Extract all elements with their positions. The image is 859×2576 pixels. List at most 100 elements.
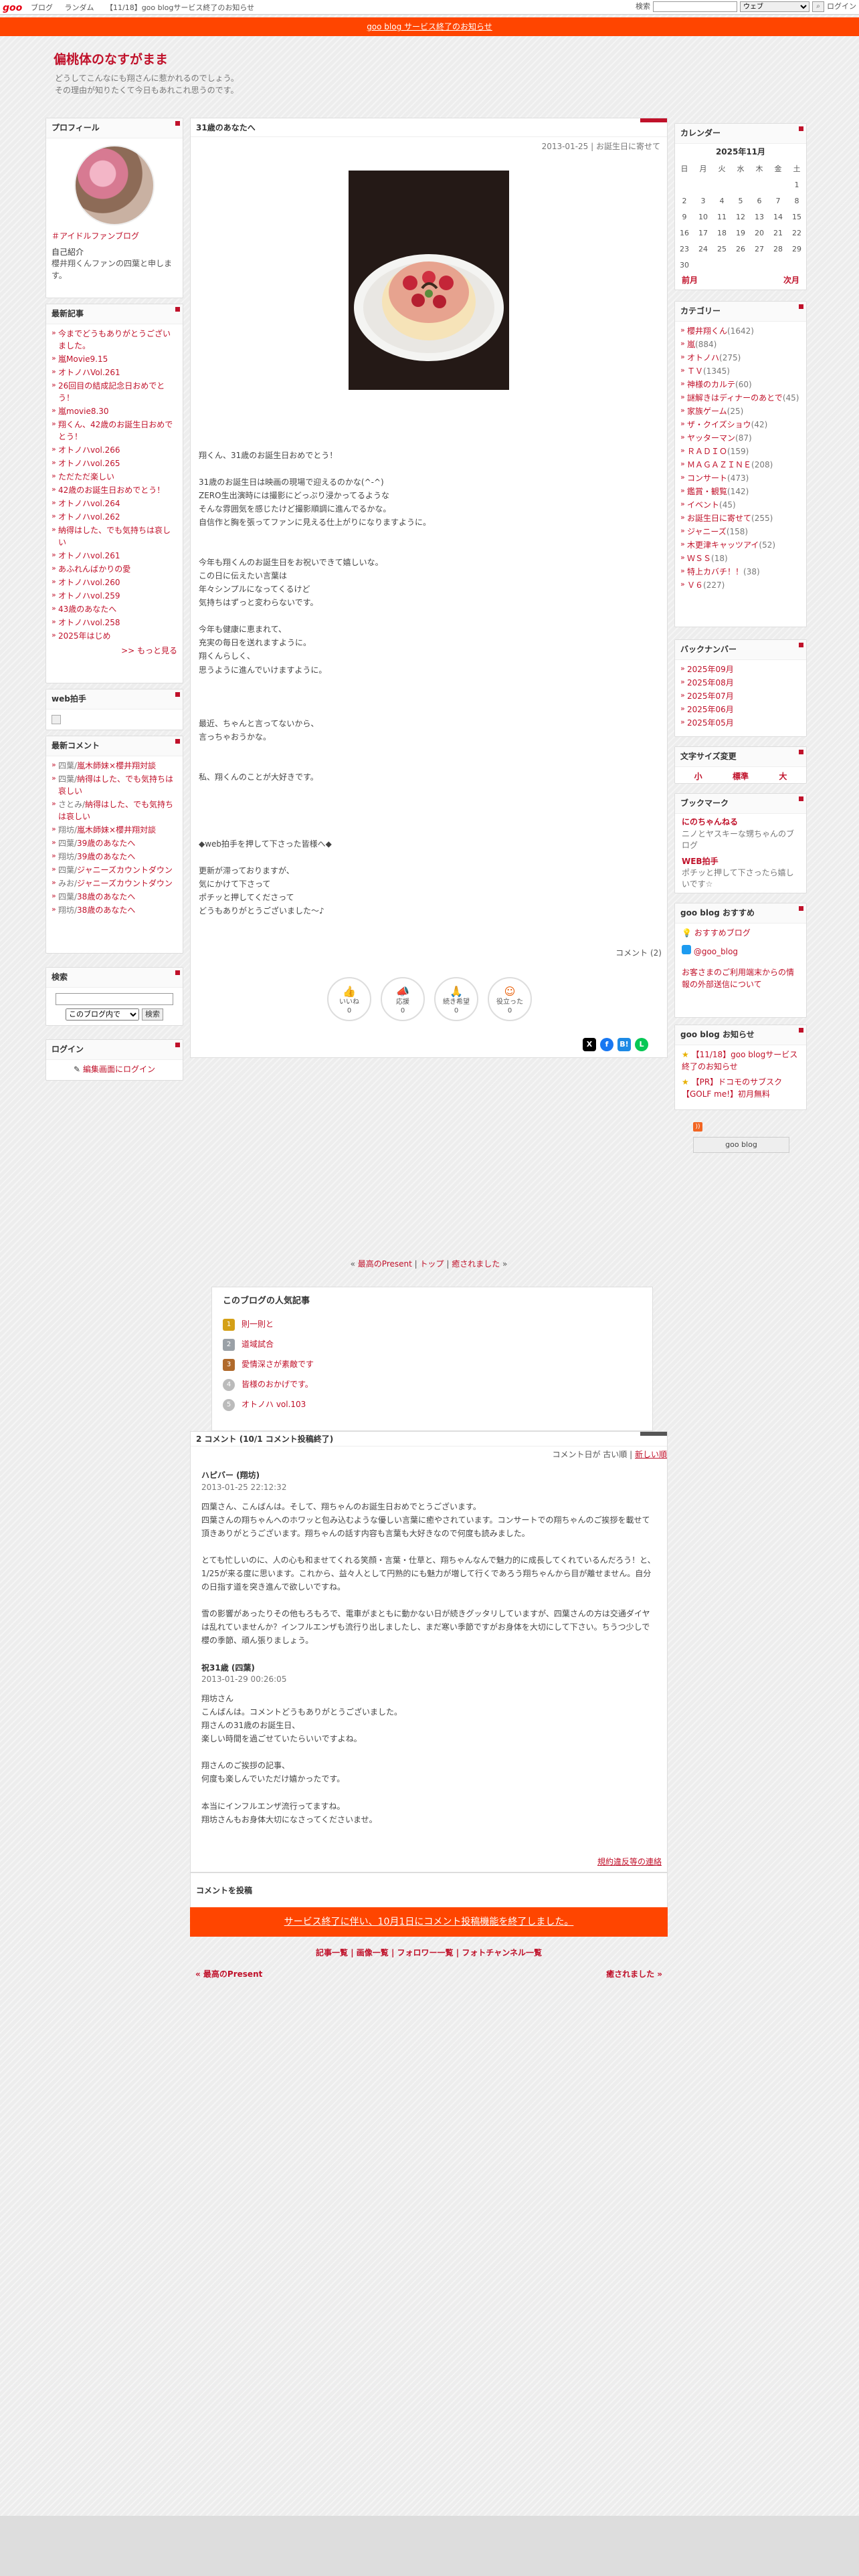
entry-category[interactable]: お誕生日に寄せて xyxy=(596,142,660,151)
category-item[interactable]: 神様のカルテ(60) xyxy=(680,378,801,391)
recent-post-item[interactable]: 納得はした、でも気持ちは哀しい xyxy=(52,524,177,549)
category-item[interactable]: ジャニーズ(158) xyxy=(680,525,801,538)
prev-entry-link[interactable]: 最高のPresent xyxy=(358,1259,412,1269)
footer-nav-entries[interactable]: 記事一覧 xyxy=(316,1948,348,1957)
blog-search-scope[interactable]: このブログ内で xyxy=(66,1008,139,1021)
facebook-share-icon[interactable]: f xyxy=(600,1038,613,1051)
backnumber-item[interactable]: 2025年06月 xyxy=(680,703,801,716)
reaction-cheer[interactable]: 📣 応援 0 xyxy=(381,977,425,1021)
blog-title[interactable]: 偏桃体のなすがまま xyxy=(54,51,168,70)
more-posts-link[interactable]: >> もっと見る xyxy=(121,646,177,655)
bookmark-link[interactable]: にのちゃんねる xyxy=(682,817,799,828)
recommend-blog-link[interactable]: おすすめブログ xyxy=(694,928,751,938)
sort-new[interactable]: 新しい順 xyxy=(635,1450,667,1459)
service-end-banner[interactable]: goo blog サービス終了のお知らせ xyxy=(0,17,859,36)
recent-comment-item[interactable]: さとみ/納得はした、でも気持ちは哀しい xyxy=(52,798,177,823)
webclap-image-icon[interactable] xyxy=(52,715,61,725)
external-send-info-link[interactable]: お客さまのご利用端末からの情報の外部送信について xyxy=(682,968,794,988)
recent-comment-item[interactable]: 四葉/納得はした、でも気持ちは哀しい xyxy=(52,772,177,798)
recent-post-item[interactable]: オトノハvol.264 xyxy=(52,497,177,510)
recent-comment-item[interactable]: 四葉/39歳のあなたへ xyxy=(52,837,177,850)
top-search-input[interactable] xyxy=(653,1,737,12)
recent-post-item[interactable]: オトノハvol.262 xyxy=(52,510,177,524)
backnumber-item[interactable]: 2025年05月 xyxy=(680,716,801,730)
footer-nav-followers[interactable]: フォロワー一覧 xyxy=(397,1948,454,1957)
recent-post-item[interactable]: あふれんばかりの愛 xyxy=(52,562,177,576)
sort-old[interactable]: 古い順 xyxy=(603,1450,627,1459)
bookmark-link[interactable]: WEB拍手 xyxy=(682,856,799,867)
gooblog-badge[interactable]: goo blog xyxy=(693,1137,789,1153)
blog-search-button[interactable]: 検索 xyxy=(142,1008,163,1021)
profile-name[interactable]: ＃アイドルファンブログ xyxy=(52,231,177,242)
blog-search-input[interactable] xyxy=(56,993,173,1006)
recent-comment-item[interactable]: 翔坊/39歳のあなたへ xyxy=(52,850,177,863)
report-link[interactable]: 規約違反等の連絡 xyxy=(597,1857,662,1866)
category-item[interactable]: ＭＡＧＡＺＩＮＥ(208) xyxy=(680,458,801,471)
comment-closed-notice[interactable]: サービス終了に伴い、10月1日にコメント投稿機能を終了しました。 xyxy=(190,1907,668,1937)
top-link[interactable]: トップ xyxy=(420,1259,444,1269)
top-nav-random[interactable]: ランダム xyxy=(65,3,94,12)
recent-post-item[interactable]: 嵐Movie9.15 xyxy=(52,352,177,366)
search-icon[interactable]: ⌕ xyxy=(812,1,824,12)
recent-post-item[interactable]: 2025年はじめ xyxy=(52,629,177,643)
recent-post-item[interactable]: ただただ楽しい xyxy=(52,470,177,484)
recent-post-item[interactable]: オトノハvol.265 xyxy=(52,457,177,470)
cake-photo[interactable] xyxy=(349,171,509,390)
recent-post-item[interactable]: 42歳のお誕生日おめでとう！ xyxy=(52,484,177,497)
search-scope-select[interactable]: ウェブ xyxy=(740,1,809,12)
popular-item[interactable]: 5 オトノハ vol.103 xyxy=(223,1395,642,1415)
footer-next-link[interactable]: 癒されました » xyxy=(606,1969,662,1980)
top-nav-notice[interactable]: 【11/18】goo blogサービス終了のお知らせ xyxy=(106,3,254,12)
top-login-link[interactable]: ログイン xyxy=(827,1,856,12)
recent-post-item[interactable]: オトノハvol.260 xyxy=(52,576,177,589)
category-item[interactable]: 木更津キャッツアイ(52) xyxy=(680,538,801,552)
line-share-icon[interactable]: L xyxy=(635,1038,648,1051)
recent-post-item[interactable]: 翔くん、42歳のお誕生日おめでとう！ xyxy=(52,418,177,443)
profile-avatar[interactable] xyxy=(74,145,155,226)
next-entry-link[interactable]: 癒されました xyxy=(452,1259,500,1269)
category-item[interactable]: Ｖ６(227) xyxy=(680,578,801,592)
recent-post-item[interactable]: 嵐movie8.30 xyxy=(52,405,177,418)
entry-title[interactable]: 31歳のあなたへ xyxy=(191,118,667,137)
popular-item[interactable]: 1 則一則と xyxy=(223,1315,642,1335)
category-item[interactable]: ＴＶ(1345) xyxy=(680,364,801,378)
category-item[interactable]: 嵐(884) xyxy=(680,338,801,351)
category-item[interactable]: コンサート(473) xyxy=(680,471,801,485)
backnumber-item[interactable]: 2025年08月 xyxy=(680,676,801,689)
category-item[interactable]: 特上カバチ！！(38) xyxy=(680,565,801,578)
category-item[interactable]: ザ・クイズショウ(42) xyxy=(680,418,801,431)
category-item[interactable]: ヤッターマン(87) xyxy=(680,431,801,445)
footer-prev-link[interactable]: « 最高のPresent xyxy=(195,1969,262,1980)
font-large-button[interactable]: 大 xyxy=(779,771,787,782)
recent-comment-item[interactable]: 翔坊/38歳のあなたへ xyxy=(52,903,177,917)
category-item[interactable]: 謎解きはディナーのあとで(45) xyxy=(680,391,801,405)
recent-post-item[interactable]: 43歳のあなたへ xyxy=(52,603,177,616)
recent-post-item[interactable]: オトノハvol.266 xyxy=(52,443,177,457)
category-item[interactable]: お誕生日に寄せて(255) xyxy=(680,512,801,525)
reaction-useful[interactable]: ☺ 役立った 0 xyxy=(488,977,532,1021)
footer-nav-images[interactable]: 画像一覧 xyxy=(357,1948,389,1957)
recent-comment-item[interactable]: 四葉/ジャニーズカウントダウン xyxy=(52,863,177,877)
category-item[interactable]: 鑑賞・観覧(142) xyxy=(680,485,801,498)
rss-icon[interactable]: )) xyxy=(693,1122,702,1132)
category-item[interactable]: オトノハ(275) xyxy=(680,351,801,364)
goo-logo[interactable]: goo xyxy=(3,1,22,15)
recent-comment-item[interactable]: 四葉/38歳のあなたへ xyxy=(52,890,177,903)
font-normal-button[interactable]: 標準 xyxy=(733,771,749,782)
recent-post-item[interactable]: オトノハvol.259 xyxy=(52,589,177,603)
reaction-more[interactable]: 🙏 続き希望 0 xyxy=(434,977,478,1021)
category-item[interactable]: 櫻井翔くん(1642) xyxy=(680,324,801,338)
recent-comment-item[interactable]: 四葉/嵐木師妹×櫻井翔対談 xyxy=(52,759,177,772)
footer-nav-photo[interactable]: フォトチャンネル一覧 xyxy=(462,1948,542,1957)
calendar-next-month[interactable]: 次月 xyxy=(783,275,799,286)
reaction-like[interactable]: 👍 いいね 0 xyxy=(327,977,371,1021)
goo-blog-twitter-link[interactable]: @goo_blog xyxy=(694,947,738,956)
goo-notice-item[interactable]: 【PR】ドコモのサブスク【GOLF me!】初月無料 xyxy=(682,1077,782,1098)
recent-post-item[interactable]: オトノハvol.258 xyxy=(52,616,177,629)
popular-item[interactable]: 3 愛情深さが素敵です xyxy=(223,1355,642,1375)
font-small-button[interactable]: 小 xyxy=(694,771,702,782)
recent-post-item[interactable]: オトノハvol.261 xyxy=(52,549,177,562)
x-share-icon[interactable]: X xyxy=(583,1038,596,1051)
calendar-prev-month[interactable]: 前月 xyxy=(682,275,698,286)
recent-post-item[interactable]: 26回目の結成記念日おめでとう！ xyxy=(52,379,177,405)
